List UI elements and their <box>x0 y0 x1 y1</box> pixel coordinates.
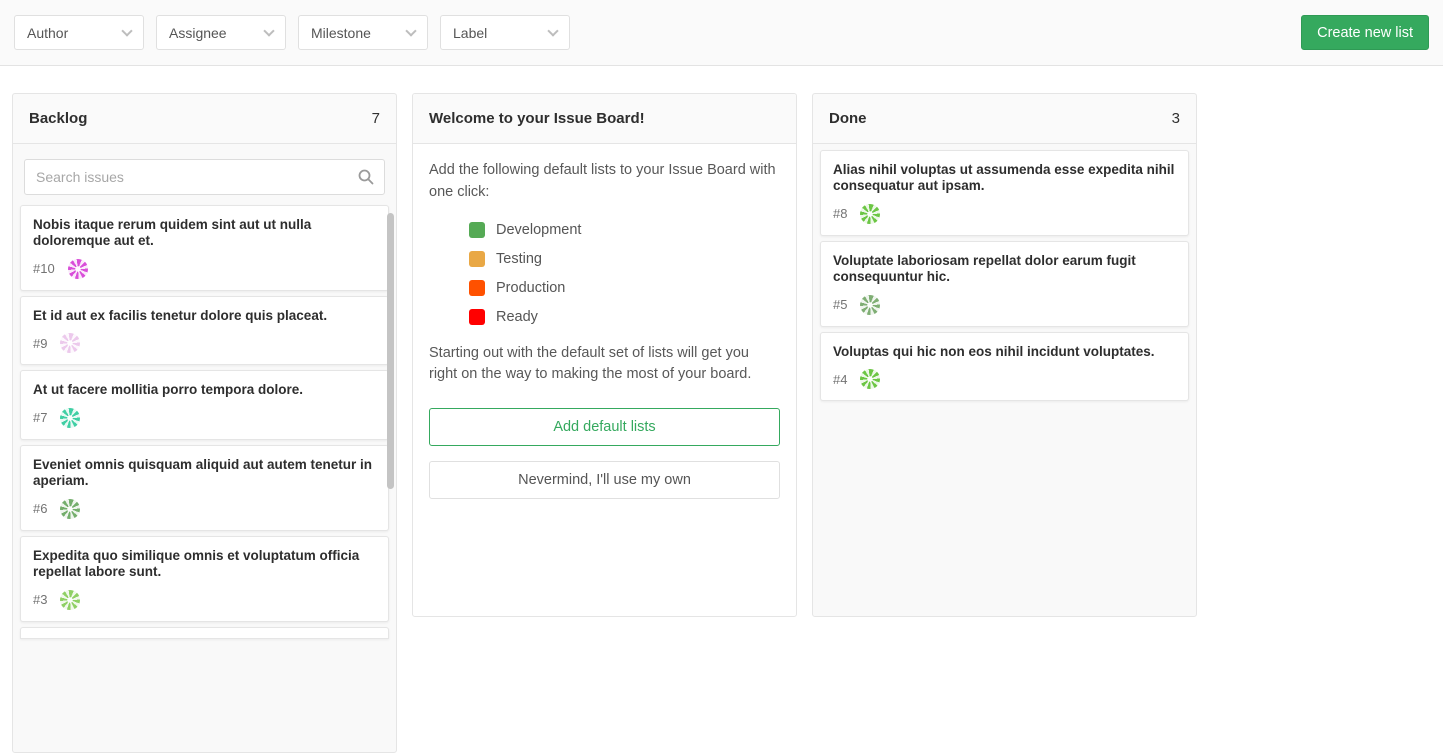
chevron-down-icon <box>263 25 274 36</box>
author-filter-label: Author <box>27 25 68 41</box>
board-column-backlog: Backlog 7 Nobis itaque rerum quidem sint… <box>12 93 397 753</box>
label-filter-dropdown[interactable]: Label <box>440 15 570 50</box>
issue-count-badge: 3 <box>1172 110 1180 127</box>
assignee-avatar[interactable] <box>60 590 80 610</box>
board-column-welcome: Welcome to your Issue Board! Add the fol… <box>412 93 797 617</box>
issue-title: Expedita quo similique omnis et voluptat… <box>33 548 376 581</box>
scrollbar-thumb[interactable] <box>387 213 394 489</box>
default-list-label: Ready <box>496 309 538 325</box>
issue-title: Eveniet omnis quisquam aliquid aut autem… <box>33 457 376 490</box>
list-color-swatch <box>469 222 485 238</box>
welcome-body: Add the following default lists to your … <box>413 144 796 515</box>
milestone-filter-dropdown[interactable]: Milestone <box>298 15 428 50</box>
issue-card[interactable]: Alias nihil voluptas ut assumenda esse e… <box>820 150 1189 236</box>
issue-number: #9 <box>33 336 47 351</box>
list-color-swatch <box>469 309 485 325</box>
welcome-outro-text: Starting out with the default set of lis… <box>429 343 780 387</box>
chevron-down-icon <box>121 25 132 36</box>
search-issues-input[interactable] <box>24 159 385 195</box>
add-default-lists-button[interactable]: Add default lists <box>429 408 780 446</box>
chevron-down-icon <box>405 25 416 36</box>
welcome-intro-text: Add the following default lists to your … <box>429 160 780 204</box>
default-list-item: Development <box>469 222 780 238</box>
column-title: Welcome to your Issue Board! <box>429 110 645 127</box>
author-filter-dropdown[interactable]: Author <box>14 15 144 50</box>
backlog-column-header: Backlog 7 <box>13 94 396 144</box>
default-list-label: Production <box>496 280 565 296</box>
search-issues-row <box>13 144 396 204</box>
assignee-avatar[interactable] <box>860 295 880 315</box>
issue-card[interactable]: At ut facere mollitia porro tempora dolo… <box>20 370 389 439</box>
issue-number: #10 <box>33 261 55 276</box>
column-title: Backlog <box>29 110 87 127</box>
issue-number: #6 <box>33 501 47 516</box>
issue-card[interactable]: Voluptate laboriosam repellat dolor earu… <box>820 241 1189 327</box>
assignee-filter-label: Assignee <box>169 25 227 41</box>
issue-title: Nobis itaque rerum quidem sint aut ut nu… <box>33 217 376 250</box>
issue-count-badge: 7 <box>372 110 380 127</box>
default-list-item: Ready <box>469 309 780 325</box>
issue-board: Backlog 7 Nobis itaque rerum quidem sint… <box>0 66 1443 753</box>
issue-card[interactable]: Nobis itaque rerum quidem sint aut ut nu… <box>20 205 389 291</box>
issue-title: Voluptas qui hic non eos nihil incidunt … <box>833 344 1176 360</box>
assignee-avatar[interactable] <box>860 369 880 389</box>
assignee-avatar[interactable] <box>60 408 80 428</box>
milestone-filter-label: Milestone <box>311 25 371 41</box>
column-title: Done <box>829 110 867 127</box>
nevermind-button[interactable]: Nevermind, I'll use my own <box>429 461 780 499</box>
board-column-done: Done 3 Alias nihil voluptas ut assumenda… <box>812 93 1197 617</box>
issue-title: Voluptate laboriosam repellat dolor earu… <box>833 253 1176 286</box>
issue-card[interactable]: Voluptas qui hic non eos nihil incidunt … <box>820 332 1189 401</box>
issue-card[interactable]: Expedita quo similique omnis et voluptat… <box>20 536 389 622</box>
filter-bar: Author Assignee Milestone Label Create n… <box>0 0 1443 66</box>
issue-card[interactable]: Et id aut ex facilis tenetur dolore quis… <box>20 296 389 365</box>
issue-number: #4 <box>833 372 847 387</box>
issue-number: #5 <box>833 297 847 312</box>
issue-title: At ut facere mollitia porro tempora dolo… <box>33 382 376 398</box>
list-color-swatch <box>469 280 485 296</box>
default-list-label: Testing <box>496 251 542 267</box>
issue-title: Alias nihil voluptas ut assumenda esse e… <box>833 162 1176 195</box>
welcome-column-header: Welcome to your Issue Board! <box>413 94 796 144</box>
search-icon <box>358 169 374 185</box>
assignee-avatar[interactable] <box>60 499 80 519</box>
issue-number: #8 <box>833 206 847 221</box>
label-filter-label: Label <box>453 25 487 41</box>
chevron-down-icon <box>547 25 558 36</box>
issue-card[interactable]: Eveniet omnis quisquam aliquid aut autem… <box>20 445 389 531</box>
list-color-swatch <box>469 251 485 267</box>
issue-number: #3 <box>33 592 47 607</box>
issue-number: #7 <box>33 410 47 425</box>
default-lists: Development Testing Production Ready <box>429 222 780 325</box>
backlog-card-list: Nobis itaque rerum quidem sint aut ut nu… <box>13 204 396 639</box>
assignee-avatar[interactable] <box>68 259 88 279</box>
default-list-item: Testing <box>469 251 780 267</box>
create-new-list-button[interactable]: Create new list <box>1301 15 1429 50</box>
default-list-item: Production <box>469 280 780 296</box>
done-card-list: Alias nihil voluptas ut assumenda esse e… <box>813 144 1196 401</box>
assignee-avatar[interactable] <box>60 333 80 353</box>
issue-title: Et id aut ex facilis tenetur dolore quis… <box>33 308 376 324</box>
done-column-header: Done 3 <box>813 94 1196 144</box>
assignee-filter-dropdown[interactable]: Assignee <box>156 15 286 50</box>
default-list-label: Development <box>496 222 581 238</box>
assignee-avatar[interactable] <box>860 204 880 224</box>
